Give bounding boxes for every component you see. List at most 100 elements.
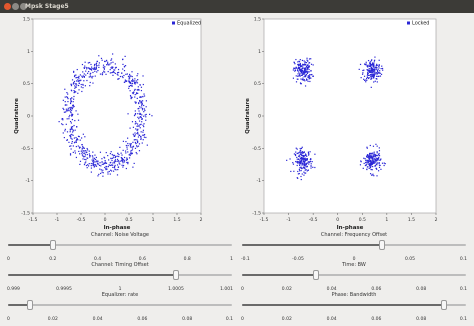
scatter-point xyxy=(311,161,313,163)
scatter-point xyxy=(297,67,300,70)
scatter-point xyxy=(381,65,383,67)
scatter-point xyxy=(76,126,78,128)
scatter-point xyxy=(142,134,144,136)
slider-track[interactable] xyxy=(242,300,466,310)
y-tick-label: 1 xyxy=(27,49,30,55)
slider-tick-label: 0.04 xyxy=(326,317,337,322)
scatter-point xyxy=(123,70,126,72)
scatter-point xyxy=(369,163,371,165)
slider-track[interactable] xyxy=(242,270,466,280)
scatter-point xyxy=(74,87,76,89)
scatter-point xyxy=(73,95,75,98)
slider-handle[interactable] xyxy=(312,270,319,280)
scatter-point xyxy=(370,78,372,80)
scatter-point xyxy=(304,71,306,73)
scatter-point xyxy=(67,98,69,100)
scatter-point xyxy=(90,171,92,173)
scatter-point xyxy=(134,93,136,96)
scatter-point xyxy=(367,69,369,71)
scatter-point xyxy=(298,154,300,156)
scatter-point xyxy=(365,164,367,166)
scatter-point xyxy=(137,92,139,94)
scatter-point xyxy=(66,96,69,99)
scatter-point xyxy=(69,120,72,123)
scatter-point xyxy=(308,153,310,155)
scatter-point xyxy=(133,139,135,141)
scatter-point xyxy=(376,152,378,154)
scatter-point xyxy=(293,153,296,155)
scatter-point xyxy=(101,158,103,160)
scatter-point xyxy=(304,85,307,87)
scatter-point xyxy=(306,162,308,165)
scatter-point xyxy=(85,151,87,154)
scatter-point xyxy=(71,107,73,109)
scatter-point xyxy=(107,166,109,168)
scatter-point xyxy=(105,168,107,171)
scatter-point xyxy=(125,159,127,161)
scatter-point xyxy=(304,74,306,77)
scatter-point xyxy=(140,107,142,109)
scatter-point xyxy=(143,108,146,110)
slider-track[interactable] xyxy=(8,270,232,280)
slider-track[interactable] xyxy=(8,300,232,310)
scatter-point xyxy=(384,163,386,165)
scatter-point xyxy=(135,128,137,130)
scatter-point xyxy=(134,112,137,115)
scatter-point xyxy=(309,160,312,163)
slider-handle[interactable] xyxy=(379,240,385,250)
scatter-point xyxy=(300,74,303,76)
scatter-point xyxy=(84,155,86,158)
slider-handle[interactable] xyxy=(440,300,447,310)
scatter-point xyxy=(71,138,73,140)
scatter-point xyxy=(377,68,379,70)
scatter-point xyxy=(78,82,80,84)
scatter-point xyxy=(310,167,312,169)
y-tick-label: 0.5 xyxy=(254,81,261,87)
scatter-point xyxy=(96,60,98,63)
scatter-point xyxy=(302,152,304,155)
scatter-point xyxy=(134,78,136,80)
scatter-point xyxy=(90,167,93,169)
scatter-point xyxy=(306,68,308,70)
scatter-point xyxy=(114,63,116,65)
scatter-point xyxy=(63,108,65,111)
slider-handle[interactable] xyxy=(27,300,34,310)
scatter-point xyxy=(143,133,146,136)
scatter-point xyxy=(110,161,112,164)
scatter-point xyxy=(128,87,130,89)
scatter-point xyxy=(88,76,90,78)
scatter-point xyxy=(305,67,307,69)
plot-area xyxy=(32,18,202,214)
slider-tick-label: 0.02 xyxy=(47,317,58,322)
scatter-point xyxy=(83,67,85,69)
scatter-point xyxy=(136,146,138,148)
scatter-point xyxy=(64,96,66,98)
scatter-point xyxy=(312,64,314,66)
scatter-point xyxy=(370,86,372,88)
scatter-point xyxy=(372,162,374,164)
scatter-point xyxy=(94,158,97,161)
scatter-point xyxy=(363,157,365,159)
scatter-point xyxy=(75,145,77,148)
scatter-point xyxy=(136,123,139,125)
scatter-point xyxy=(129,75,132,77)
scatter-point xyxy=(366,73,369,76)
scatter-point xyxy=(134,96,136,98)
slider-track[interactable] xyxy=(242,240,466,250)
scatter-point xyxy=(72,101,74,103)
scatter-point xyxy=(366,156,368,158)
scatter-point xyxy=(143,123,145,125)
scatter-point xyxy=(307,66,309,68)
slider-handle[interactable] xyxy=(173,270,179,280)
scatter-point xyxy=(301,164,303,166)
scatter-point xyxy=(118,154,120,156)
scatter-point xyxy=(300,167,302,169)
x-tick-label: 1.5 xyxy=(408,217,415,223)
slider-handle[interactable] xyxy=(49,240,56,250)
scatter-point xyxy=(301,160,303,162)
scatter-point xyxy=(378,166,381,169)
y-tick-label: 0 xyxy=(27,114,30,120)
slider-track[interactable] xyxy=(8,240,232,250)
scatter-point xyxy=(62,99,64,101)
scatter-point xyxy=(107,62,109,65)
